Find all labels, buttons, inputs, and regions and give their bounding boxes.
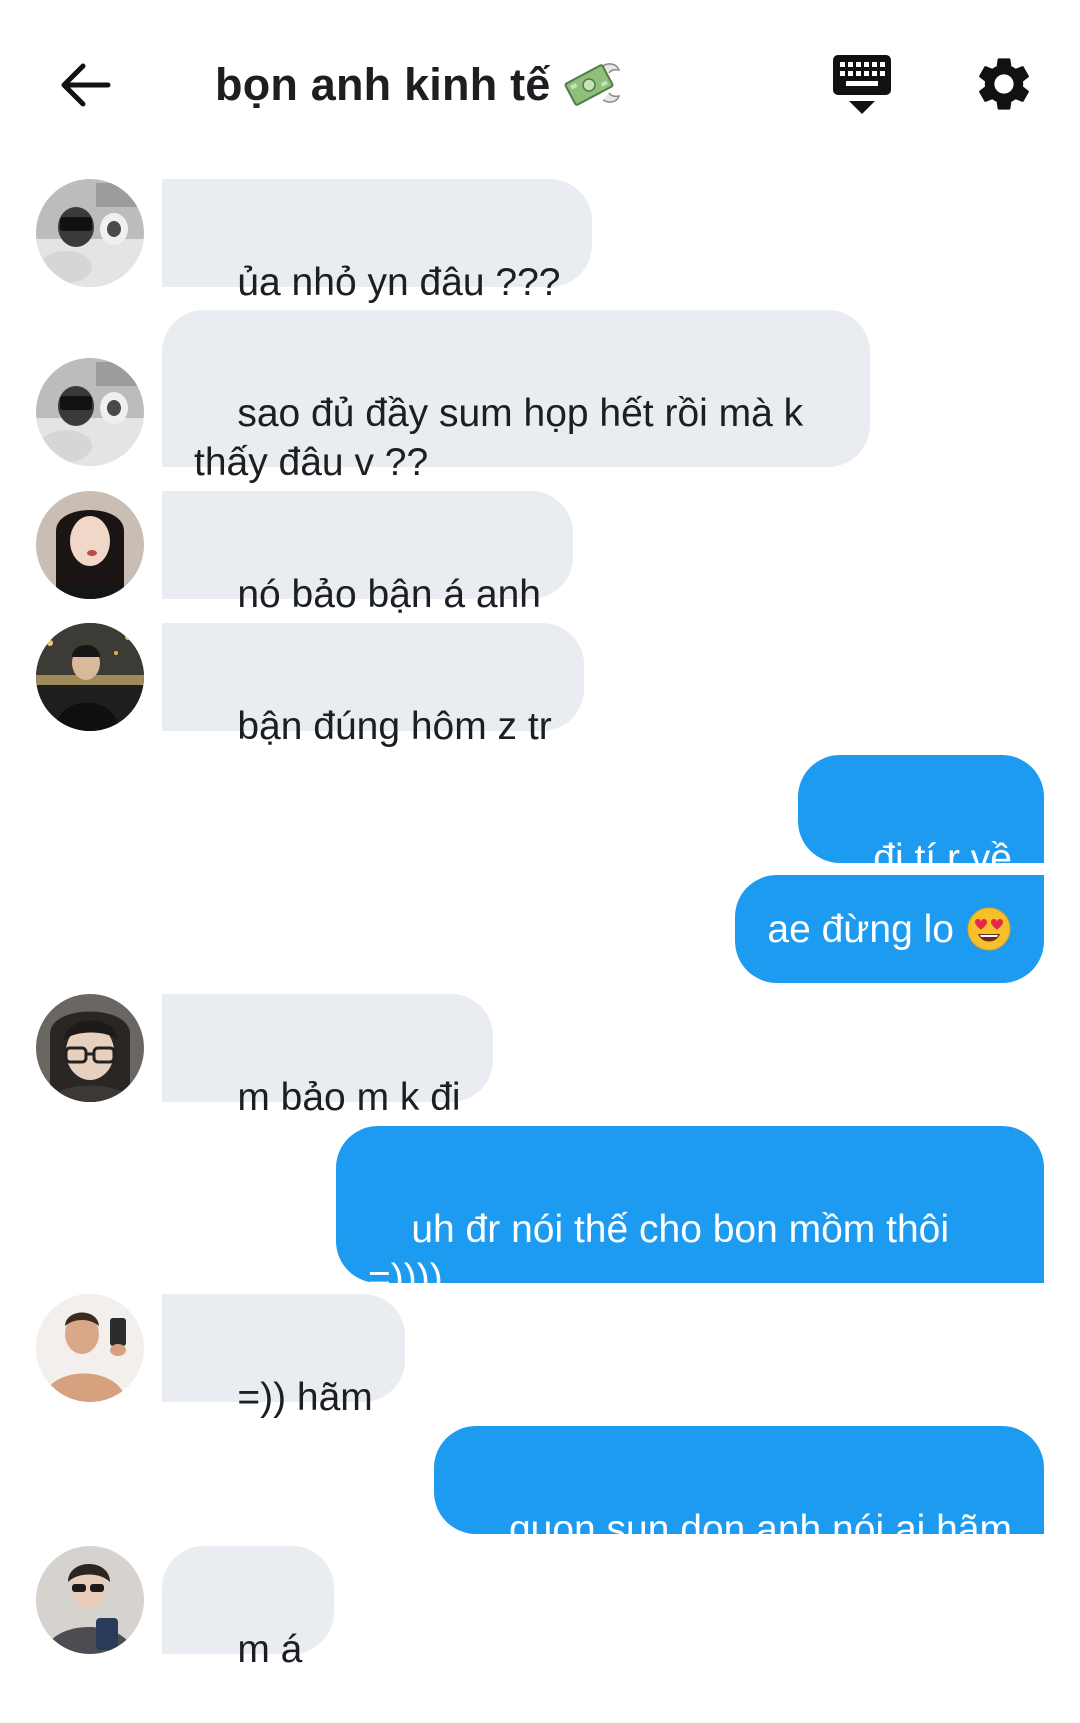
message-text: =)) hãm bbox=[237, 1376, 373, 1419]
heart-eyes-emoji-icon bbox=[967, 907, 1011, 951]
message-text: nó bảo bận á anh bbox=[237, 573, 541, 616]
message-text: ủa nhỏ yn đâu ??? bbox=[237, 261, 561, 304]
message-bubble-incoming[interactable]: m á bbox=[162, 1546, 335, 1671]
arrow-left-icon bbox=[61, 63, 111, 107]
message-text: m á bbox=[237, 1628, 303, 1671]
avatar[interactable] bbox=[36, 179, 144, 287]
keyboard-hide-icon bbox=[833, 55, 891, 114]
message-text: đi tí r về bbox=[873, 837, 1012, 880]
message-bubble-outgoing[interactable]: uh đr nói thế cho bon mồm thôi =)))) bbox=[336, 1126, 1044, 1300]
avatar-image bbox=[36, 994, 144, 1102]
message-text: sao đủ đầy sum họp hết rồi mà k thấy đâu… bbox=[194, 392, 804, 484]
message-bubble-incoming[interactable]: nó bảo bận á anh bbox=[162, 491, 573, 616]
message-text: ae đừng lo bbox=[767, 907, 954, 951]
message-bubble-incoming[interactable]: sao đủ đầy sum họp hết rồi mà k thấy đâu… bbox=[162, 310, 870, 484]
money-with-wings-icon bbox=[564, 63, 620, 106]
message-bubble-incoming[interactable]: ủa nhỏ yn đâu ??? bbox=[162, 179, 593, 304]
message-text: quon sun don anh nói ai hãm bbox=[508, 1508, 1012, 1551]
back-button[interactable] bbox=[52, 55, 118, 115]
settings-button[interactable] bbox=[972, 52, 1036, 116]
avatar-image bbox=[36, 358, 144, 466]
message-bubble-incoming[interactable]: bận đúng hôm z tr bbox=[162, 623, 584, 748]
avatar[interactable] bbox=[36, 358, 144, 466]
chat-title: bọn anh kinh tế bbox=[215, 59, 551, 110]
chat-title-group[interactable]: bọn anh kinh tế bbox=[215, 52, 621, 118]
avatar-image bbox=[36, 1546, 144, 1654]
avatar-image bbox=[36, 1294, 144, 1402]
message-bubble-incoming[interactable]: m bảo m k đi bbox=[162, 994, 493, 1119]
avatar[interactable] bbox=[36, 1294, 144, 1402]
avatar[interactable] bbox=[36, 491, 144, 599]
avatar-image bbox=[36, 623, 144, 731]
avatar[interactable] bbox=[36, 994, 144, 1102]
message-bubble-incoming[interactable]: =)) hãm bbox=[162, 1294, 405, 1419]
message-bubble-outgoing[interactable]: đi tí r về bbox=[797, 755, 1044, 880]
gear-icon bbox=[979, 58, 1029, 110]
message-bubble-outgoing[interactable]: quon sun don anh nói ai hãm bbox=[433, 1426, 1044, 1551]
message-bubble-outgoing[interactable]: ae đừng lo bbox=[735, 875, 1044, 983]
message-text: m bảo m k đi bbox=[237, 1076, 461, 1119]
avatar-image bbox=[36, 179, 144, 287]
keyboard-toggle-button[interactable] bbox=[830, 52, 894, 118]
message-text: uh đr nói thế cho bon mồm thôi =)))) bbox=[368, 1208, 950, 1300]
avatar[interactable] bbox=[36, 1546, 144, 1654]
avatar[interactable] bbox=[36, 623, 144, 731]
message-text: bận đúng hôm z tr bbox=[237, 705, 552, 748]
avatar-image bbox=[36, 491, 144, 599]
chat-header: bọn anh kinh tế bbox=[0, 0, 1080, 170]
